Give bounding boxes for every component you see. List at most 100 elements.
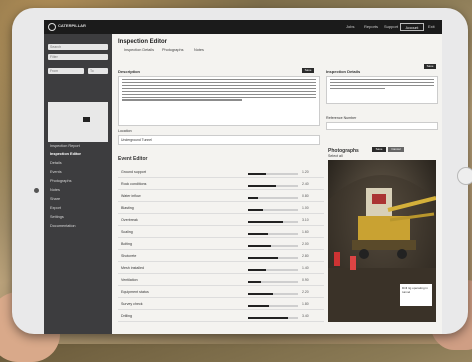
calendar-day[interactable]: [74, 117, 81, 122]
calendar-day[interactable]: [74, 136, 81, 141]
sidebar-item-events[interactable]: Events: [50, 170, 62, 174]
event-slider[interactable]: [248, 209, 298, 211]
sidebar-item-details[interactable]: Details: [50, 161, 62, 165]
calendar-day[interactable]: [83, 136, 90, 141]
event-row[interactable]: Equipment status 2.20: [118, 288, 324, 298]
event-slider[interactable]: [248, 317, 298, 319]
event-row[interactable]: Survey check 1.80: [118, 300, 324, 310]
calendar-day[interactable]: [83, 123, 90, 128]
account-button[interactable]: Account: [400, 23, 424, 31]
event-slider[interactable]: [248, 245, 298, 247]
calendar-day[interactable]: [49, 104, 56, 109]
top-link-reports[interactable]: Reports: [364, 24, 378, 29]
event-row[interactable]: Bolting 2.00: [118, 240, 324, 250]
event-slider[interactable]: [248, 173, 298, 175]
calendar-day[interactable]: [99, 117, 106, 122]
calendar-day[interactable]: [49, 129, 56, 134]
calendar-day[interactable]: [57, 117, 64, 122]
calendar-day[interactable]: [83, 110, 90, 115]
top-link-support[interactable]: Support: [384, 24, 398, 29]
calendar-day[interactable]: [74, 110, 81, 115]
filter-input[interactable]: Filter: [48, 54, 108, 60]
calendar-day[interactable]: [83, 129, 90, 134]
sidebar-item-documentation[interactable]: Documentation: [50, 224, 76, 228]
event-row[interactable]: Water inflow 0.80: [118, 192, 324, 202]
event-row[interactable]: Rock conditions 2.40: [118, 180, 324, 190]
calendar-widget[interactable]: [48, 102, 108, 142]
event-row[interactable]: Shotcrete 2.80: [118, 252, 324, 262]
calendar-day[interactable]: [82, 116, 90, 122]
calendar-day[interactable]: [74, 104, 81, 109]
top-link-jobs[interactable]: Jobs: [346, 24, 354, 29]
event-row[interactable]: Ventilation 0.90: [118, 276, 324, 286]
description-textarea[interactable]: [118, 76, 320, 126]
event-slider[interactable]: [248, 269, 298, 271]
calendar-day[interactable]: [99, 129, 106, 134]
calendar-day[interactable]: [99, 136, 106, 141]
event-slider[interactable]: [248, 185, 298, 187]
calendar-day[interactable]: [57, 129, 64, 134]
calendar-day[interactable]: [74, 123, 81, 128]
calendar-day[interactable]: [91, 123, 98, 128]
exit-link[interactable]: Exit: [428, 24, 435, 29]
calendar-day[interactable]: [74, 129, 81, 134]
home-button[interactable]: [457, 167, 472, 185]
event-slider[interactable]: [248, 293, 298, 295]
sidebar-item-notes[interactable]: Notes: [50, 188, 60, 192]
event-row[interactable]: Mesh installed 1.40: [118, 264, 324, 274]
date-to-field[interactable]: To: [88, 68, 108, 74]
calendar-day[interactable]: [99, 110, 106, 115]
sidebar-item-share[interactable]: Share: [50, 197, 60, 201]
calendar-day[interactable]: [66, 117, 73, 122]
sidebar-item-export[interactable]: Export: [50, 206, 61, 210]
sidebar-item-inspection-report[interactable]: Inspection Report: [50, 144, 80, 148]
calendar-day[interactable]: [66, 136, 73, 141]
calendar-day[interactable]: [66, 129, 73, 134]
sidebar-item-inspection-editor[interactable]: Inspection Editor: [50, 152, 81, 156]
tab-photographs[interactable]: Photographs: [162, 48, 184, 52]
calendar-day[interactable]: [91, 117, 98, 122]
calendar-day[interactable]: [66, 110, 73, 115]
event-row[interactable]: Scaling 1.60: [118, 228, 324, 238]
tab-notes[interactable]: Notes: [194, 48, 204, 52]
sidebar-item-photographs[interactable]: Photographs: [50, 179, 72, 183]
event-slider[interactable]: [248, 305, 298, 307]
location-field[interactable]: Underground Tunnel: [118, 135, 320, 145]
photo-save-button[interactable]: Save: [372, 147, 386, 152]
calendar-day[interactable]: [57, 123, 64, 128]
date-from-field[interactable]: From: [48, 68, 84, 74]
calendar-day[interactable]: [99, 104, 106, 109]
calendar-day[interactable]: [91, 136, 98, 141]
event-slider[interactable]: [248, 197, 298, 199]
event-slider[interactable]: [248, 257, 298, 259]
calendar-day[interactable]: [49, 117, 56, 122]
calendar-day[interactable]: [57, 110, 64, 115]
event-slider[interactable]: [248, 281, 298, 283]
details-save-button[interactable]: Save: [424, 64, 436, 69]
calendar-day[interactable]: [91, 129, 98, 134]
calendar-day[interactable]: [57, 136, 64, 141]
event-row[interactable]: Ground support 1.20: [118, 168, 324, 178]
event-slider[interactable]: [248, 221, 298, 223]
photo-filter-select[interactable]: Select all: [328, 154, 343, 158]
calendar-day[interactable]: [66, 123, 73, 128]
calendar-day[interactable]: [91, 110, 98, 115]
calendar-day[interactable]: [49, 123, 56, 128]
calendar-day[interactable]: [99, 123, 106, 128]
event-slider[interactable]: [248, 233, 298, 235]
details-textarea[interactable]: [326, 76, 438, 104]
calendar-day[interactable]: [66, 104, 73, 109]
photo-cancel-button[interactable]: Cancel: [388, 147, 404, 152]
calendar-day[interactable]: [83, 104, 90, 109]
event-row[interactable]: Overbreak 3.10: [118, 216, 324, 226]
calendar-day[interactable]: [57, 104, 64, 109]
calendar-day[interactable]: [49, 136, 56, 141]
calendar-day[interactable]: [91, 104, 98, 109]
search-input[interactable]: Search: [48, 44, 108, 50]
description-edit-button[interactable]: Save: [302, 68, 314, 73]
sidebar-item-settings[interactable]: Settings: [50, 215, 64, 219]
reference-field[interactable]: [326, 122, 438, 130]
calendar-day[interactable]: [49, 110, 56, 115]
event-row[interactable]: Blasting 1.00: [118, 204, 324, 214]
tab-inspection-details[interactable]: Inspection Details: [124, 48, 154, 52]
